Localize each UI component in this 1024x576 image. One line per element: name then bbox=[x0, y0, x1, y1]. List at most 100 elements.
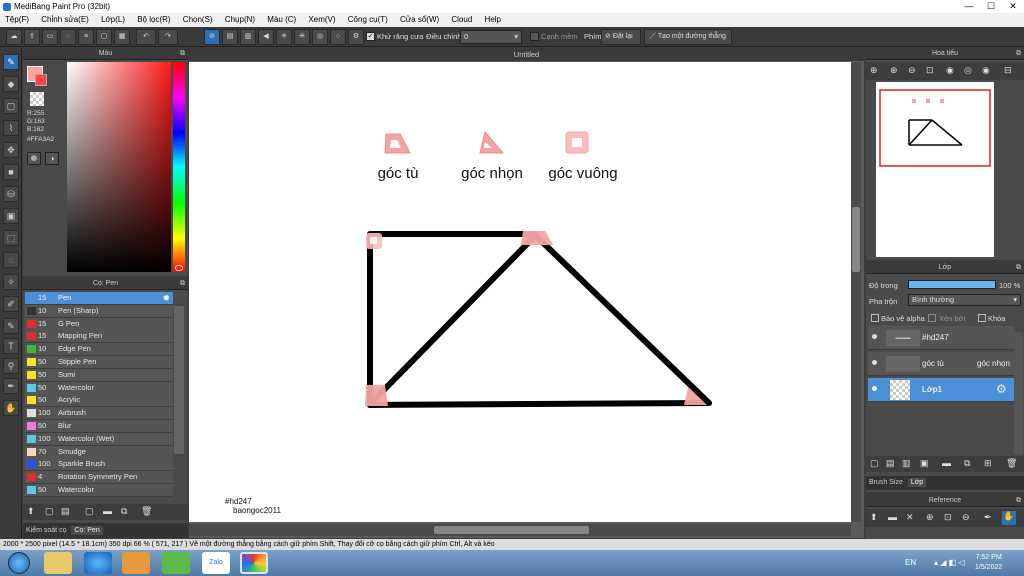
ref-zoom-out-icon[interactable]: ⊖ bbox=[962, 512, 970, 523]
menu-edit[interactable]: Chỉnh sửa(E) bbox=[36, 13, 94, 27]
saturation-value-picker[interactable] bbox=[67, 62, 171, 272]
tab-brush-pen[interactable]: Cọ: Pen bbox=[71, 526, 103, 535]
tray-icons[interactable]: ▴ ◢ ◧ ◁ bbox=[934, 558, 965, 567]
eye-icon[interactable] bbox=[872, 386, 877, 391]
brush-copy-icon[interactable]: ▢ bbox=[85, 506, 94, 517]
document-tab[interactable]: Untitled bbox=[189, 48, 864, 61]
hue-slider[interactable] bbox=[173, 62, 185, 272]
duplicate-layer-icon[interactable]: ⧉ bbox=[964, 458, 970, 469]
eye-icon[interactable] bbox=[872, 360, 877, 365]
text-tool-icon[interactable]: T bbox=[3, 338, 19, 354]
brush-item[interactable]: 10 Pen (Sharp) bbox=[25, 304, 173, 318]
blend-select[interactable]: Bình thường ▾ bbox=[908, 294, 1021, 306]
new-8bit-layer-icon[interactable]: ▥ bbox=[902, 458, 911, 469]
snap-curve-icon[interactable]: ○ bbox=[330, 29, 346, 45]
brush-item[interactable]: 50 Acrylic bbox=[25, 394, 173, 408]
trash-icon[interactable]: 🗑 bbox=[141, 506, 152, 517]
horizontal-scrollbar[interactable] bbox=[189, 524, 851, 536]
transparent-swatch[interactable] bbox=[30, 92, 44, 106]
navigator-preview[interactable] bbox=[876, 82, 994, 257]
ref-fit-icon[interactable]: ⊡ bbox=[944, 512, 952, 523]
menu-cloud[interactable]: Cloud bbox=[446, 13, 477, 27]
brush-item[interactable]: 15 Pen ✹ bbox=[25, 292, 173, 305]
brush-item[interactable]: 100 Watercolor (Wet) bbox=[25, 432, 173, 446]
layer-settings-icon[interactable]: ⚙ bbox=[996, 382, 1007, 396]
layer-row[interactable]: ▬▬▬ #hd247 bbox=[868, 326, 1014, 350]
select-pen-icon[interactable]: ✐ bbox=[3, 296, 19, 312]
zoom-fit-icon[interactable]: ⊕ bbox=[870, 65, 878, 76]
brush-item[interactable]: 10 Edge Pen bbox=[25, 343, 173, 357]
menu-color[interactable]: Màu (C) bbox=[262, 13, 301, 27]
layer-folder-icon[interactable]: ▬ bbox=[942, 458, 951, 468]
hue-handle[interactable] bbox=[175, 265, 183, 271]
document-canvas[interactable]: góc tù góc nhọn góc vuông #hd247 baongoc… bbox=[189, 62, 859, 522]
menu-tools[interactable]: Công cụ(T) bbox=[343, 13, 393, 27]
file-explorer-icon[interactable] bbox=[44, 552, 72, 574]
zoom-actual-icon[interactable]: ⊡ bbox=[926, 65, 934, 76]
ref-hand-icon[interactable]: ✋ bbox=[1002, 511, 1016, 525]
snap-circle-icon[interactable]: ◎ bbox=[312, 29, 328, 45]
new-layer-icon[interactable]: ▢ bbox=[870, 458, 879, 469]
cloud-icon[interactable]: ☁ bbox=[6, 29, 22, 45]
eyedropper-icon[interactable]: ✒ bbox=[3, 378, 19, 394]
maximize-button[interactable]: ☐ bbox=[980, 0, 1002, 13]
brush-item[interactable]: 50 Blur bbox=[25, 420, 173, 433]
eye-icon[interactable] bbox=[872, 334, 877, 339]
brush-item[interactable]: 15 Mapping Pen bbox=[25, 330, 173, 344]
chat-icon[interactable]: ▭ bbox=[42, 29, 58, 45]
brush-item[interactable]: 50 Stipple Pen bbox=[25, 356, 173, 369]
minimize-button[interactable]: — bbox=[958, 0, 980, 13]
layer-add-menu-icon[interactable]: ▣ bbox=[920, 458, 929, 469]
create-line-button[interactable]: ／ Tạo một đường thẳng bbox=[644, 29, 732, 45]
comment-icon[interactable]: ◌ bbox=[60, 29, 76, 45]
trash-icon[interactable]: 🗑 bbox=[1006, 458, 1017, 469]
operation-tool-icon[interactable]: ⚲ bbox=[3, 358, 19, 374]
palette-icon[interactable]: ❁ bbox=[27, 152, 41, 165]
cloud-download-icon[interactable]: ⬆ bbox=[27, 506, 35, 517]
rotate-right-icon[interactable]: ◉ bbox=[982, 65, 990, 76]
vertical-scrollbar[interactable] bbox=[851, 62, 861, 522]
brush-folder-icon[interactable]: ▬ bbox=[103, 506, 112, 516]
move-tool-icon[interactable]: ✥ bbox=[3, 142, 19, 158]
menu-view[interactable]: Xem(V) bbox=[303, 13, 340, 27]
ref-eyedropper-icon[interactable]: ✒ bbox=[984, 512, 992, 523]
brush-item[interactable]: 15 G Pen bbox=[25, 317, 173, 331]
brush-item[interactable]: 4 Rotation Symmetry Pen bbox=[25, 471, 173, 485]
brush-item[interactable]: 100 Airbrush bbox=[25, 407, 173, 421]
ref-open-icon[interactable]: ▬ bbox=[888, 512, 897, 522]
horizontal-scroll-thumb[interactable] bbox=[434, 526, 589, 534]
grid-icon[interactable]: ▦ bbox=[114, 29, 130, 45]
brush-item[interactable]: 50 Sumi bbox=[25, 368, 173, 382]
panel-expand-icon[interactable]: ⧉ bbox=[180, 278, 185, 290]
brush-settings-icon[interactable]: ✹ bbox=[162, 292, 170, 304]
sharp-checkbox[interactable] bbox=[530, 32, 539, 41]
merge-layer-icon[interactable]: ⊞ bbox=[984, 458, 992, 469]
tab-layer[interactable]: Lớp bbox=[907, 478, 927, 487]
opacity-slider[interactable] bbox=[908, 280, 996, 289]
snap-radial-icon[interactable]: ✳ bbox=[276, 29, 292, 45]
flip-icon[interactable]: ⊟ bbox=[1004, 65, 1012, 76]
undo-icon[interactable]: ↶ bbox=[136, 29, 156, 45]
ref-cloud-icon[interactable]: ⬆ bbox=[870, 512, 878, 523]
magic-wand-icon[interactable]: ✧ bbox=[3, 274, 19, 290]
snap-vanish-icon[interactable]: ◀ bbox=[258, 29, 274, 45]
snap-cross-icon[interactable]: ▥ bbox=[240, 29, 256, 45]
color-settings-icon[interactable]: ◑ bbox=[45, 152, 59, 165]
brush-item[interactable]: 70 Smudge bbox=[25, 445, 173, 459]
adjust-select[interactable]: 0 ▾ bbox=[460, 30, 522, 44]
tab-brush-size[interactable]: Brush Size bbox=[866, 479, 906, 486]
internet-explorer-icon[interactable] bbox=[84, 552, 112, 574]
select-tool-icon[interactable]: ⬚ bbox=[3, 230, 19, 246]
start-button[interactable] bbox=[8, 552, 30, 574]
new-halftone-layer-icon[interactable]: ▤ bbox=[886, 458, 895, 469]
brush-item[interactable]: 50 Watercolor bbox=[25, 484, 173, 497]
rectangle-tool-icon[interactable]: ■ bbox=[3, 164, 19, 180]
menu-select[interactable]: Chọn(S) bbox=[178, 13, 218, 27]
brush-duplicate-icon[interactable]: ⧉ bbox=[121, 506, 127, 517]
brush-item[interactable]: 100 Sparkle Brush bbox=[25, 458, 173, 472]
rotate-reset-icon[interactable]: ◎ bbox=[964, 65, 972, 76]
zoom-in-icon[interactable]: ⊕ bbox=[890, 65, 898, 76]
vertical-scroll-thumb[interactable] bbox=[852, 207, 860, 272]
layer-list-scrollbar[interactable] bbox=[1014, 332, 1023, 454]
layer-row[interactable]: Lớp1 ⚙ bbox=[868, 378, 1014, 402]
